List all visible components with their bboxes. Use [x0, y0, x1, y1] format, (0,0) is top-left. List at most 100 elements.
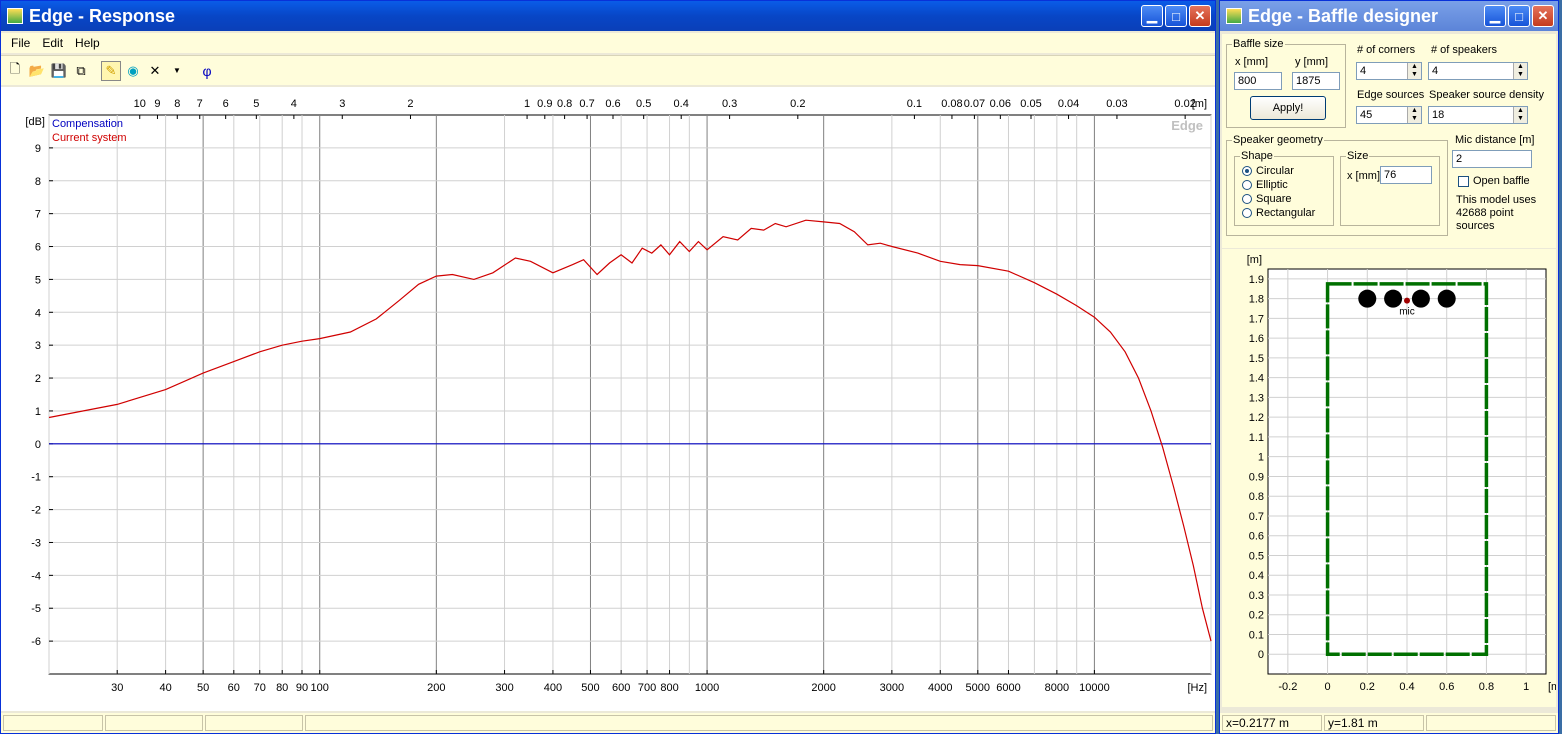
top-tick-label: 0.4 — [674, 98, 689, 110]
speakers-spinner[interactable]: 4 ▲ ▼ — [1428, 62, 1528, 80]
radio-dot[interactable] — [1242, 180, 1252, 190]
open-baffle-checkbox[interactable]: Open baffle — [1458, 175, 1530, 187]
top-tick-label: 0.07 — [964, 98, 985, 110]
y-tick-label: 1.3 — [1249, 392, 1264, 404]
x-tick-label: 0.2 — [1360, 681, 1375, 693]
y-tick-label: 0.8 — [1249, 491, 1264, 503]
x-tick-label: 400 — [544, 682, 562, 694]
top-tick-label: 3 — [339, 98, 345, 110]
delete-icon[interactable]: ✕ — [145, 61, 165, 81]
x-tick-label: 2000 — [811, 682, 835, 694]
top-tick-label: 1 — [524, 98, 530, 110]
radio-elliptic[interactable]: Elliptic — [1242, 179, 1288, 191]
y-tick-label: 7 — [35, 209, 41, 221]
response-statusbar — [1, 713, 1215, 733]
y-tick-label: 2 — [35, 373, 41, 385]
baffle-x-label: x [mm] — [1234, 56, 1269, 68]
baffle-titlebar[interactable]: Edge - Baffle designer ▁ □ ✕ — [1220, 1, 1558, 31]
top-tick-label: 0.05 — [1020, 98, 1041, 110]
x-tick-label: 700 — [638, 682, 656, 694]
menu-file[interactable]: File — [5, 33, 36, 53]
edge-sources-value: 45 — [1360, 109, 1373, 121]
response-plot-area[interactable]: 9 8 7 6 5 4 3 2 1 0 -1 -2 -3 -4 -5 -6 30 40 50 60 70 80 90 100 2… — [1, 87, 1215, 711]
corners-value: 4 — [1360, 65, 1367, 77]
x-tick-label: 0.4 — [1399, 681, 1414, 693]
radio-circular[interactable]: Circular — [1242, 165, 1294, 177]
x-tick-label: 0 — [1325, 681, 1331, 693]
y-tick-label: 0.7 — [1249, 511, 1264, 523]
response-titlebar[interactable]: Edge - Response ▁ □ ✕ — [1, 1, 1215, 31]
baffle-chart[interactable]: 0 0.1 0.2 0.3 0.4 0.5 0.6 0.7 0.8 0.9 1 1.1 1.2 1.3 1.… — [1222, 249, 1562, 707]
copy-icon[interactable]: ⧉ — [71, 61, 91, 81]
baffle-y-input[interactable]: 1875 — [1292, 72, 1340, 90]
close-button[interactable]: ✕ — [1189, 5, 1211, 27]
close-button[interactable]: ✕ — [1532, 5, 1554, 27]
spinner-arrows-icon[interactable]: ▲ ▼ — [1407, 63, 1421, 79]
top-tick-label: 4 — [291, 98, 297, 110]
model-info: This model uses 42688 point sources — [1456, 194, 1536, 233]
y-tick-label: 1.5 — [1249, 353, 1264, 365]
radio-label: Rectangular — [1256, 207, 1316, 219]
speaker-marker — [1358, 289, 1377, 308]
top-tick-label: 0.8 — [557, 98, 572, 110]
top-tick-label: 0.1 — [907, 98, 922, 110]
baffle-x-input[interactable]: 800 — [1234, 72, 1282, 90]
y-tick-label: 0.6 — [1249, 531, 1264, 543]
radio-dot[interactable] — [1242, 194, 1252, 204]
mic-distance-label: Mic distance [m] — [1454, 134, 1536, 146]
pencil-icon[interactable]: ✎ — [101, 60, 121, 81]
baffle-plot-area[interactable]: 0 0.1 0.2 0.3 0.4 0.5 0.6 0.7 0.8 0.9 1 1.1 1.2 1.3 1.… — [1222, 249, 1562, 707]
model-info-line: sources — [1456, 220, 1495, 232]
radio-rectangular[interactable]: Rectangular — [1242, 207, 1315, 219]
x-tick-label: 10000 — [1079, 682, 1110, 694]
top-tick-label: 0.06 — [990, 98, 1011, 110]
mic-distance-input[interactable]: 2 — [1452, 150, 1532, 168]
maximize-button[interactable]: □ — [1165, 5, 1187, 27]
x-tick-label: 30 — [111, 682, 123, 694]
legend-entry: Current system — [52, 132, 127, 144]
speaker-marker — [1384, 289, 1403, 308]
checkbox-box[interactable] — [1458, 175, 1469, 187]
density-spinner[interactable]: 18 ▲ ▼ — [1428, 106, 1528, 124]
x-tick-label: 8000 — [1045, 682, 1069, 694]
size-x-input[interactable]: 76 — [1380, 166, 1432, 184]
save-icon[interactable]: 💾 — [49, 61, 69, 81]
apply-button[interactable]: Apply! — [1250, 96, 1326, 120]
x-tick-label: 40 — [159, 682, 171, 694]
response-window: Edge - Response ▁ □ ✕ File Edit Help 🗋 📂… — [0, 0, 1216, 734]
open-folder-icon[interactable]: 📂 — [27, 61, 47, 81]
minimize-button[interactable]: ▁ — [1141, 5, 1163, 27]
menu-edit[interactable]: Edit — [36, 33, 69, 53]
minimize-button[interactable]: ▁ — [1484, 5, 1506, 27]
speaker-marker — [1437, 289, 1456, 308]
phase-button[interactable]: φ — [197, 61, 217, 81]
maximize-button[interactable]: □ — [1508, 5, 1530, 27]
top-tick-label: 0.04 — [1058, 98, 1079, 110]
y-tick-label: 6 — [35, 242, 41, 254]
radio-square[interactable]: Square — [1242, 193, 1291, 205]
dropdown-arrow-icon[interactable]: ▼ — [167, 61, 187, 81]
radio-label: Circular — [1256, 165, 1294, 177]
x-tick-label: 90 — [296, 682, 308, 694]
response-chart[interactable]: 9876543210-1-2-3-4-5-630 40 50 60 70 80 90 100 2… — [1, 87, 1215, 711]
x-tick-label: 200 — [427, 682, 445, 694]
y-tick-label: 9 — [35, 143, 41, 155]
x-tick-label: 80 — [276, 682, 288, 694]
toolbar: 🗋 📂 💾 ⧉ ✎ ◉ ✕ ▼ φ — [1, 55, 1215, 85]
menu-help[interactable]: Help — [69, 33, 106, 53]
radio-dot[interactable] — [1242, 166, 1252, 176]
corners-spinner[interactable]: 4 ▲ ▼ — [1356, 62, 1422, 80]
x-tick-label: 4000 — [928, 682, 952, 694]
spinner-arrows-icon[interactable]: ▲ ▼ — [1513, 63, 1527, 79]
x-tick-label: 300 — [495, 682, 513, 694]
speaker-icon[interactable]: ◉ — [123, 61, 143, 81]
edge-sources-spinner[interactable]: 45 ▲ ▼ — [1356, 106, 1422, 124]
y-tick-label: 1.4 — [1249, 373, 1264, 385]
mic-label: mic — [1399, 307, 1415, 318]
new-file-icon[interactable]: 🗋 — [5, 61, 25, 81]
x-unit-label: [m] — [1548, 681, 1556, 693]
spinner-arrows-icon[interactable]: ▲ ▼ — [1407, 107, 1421, 123]
spinner-arrows-icon[interactable]: ▲ ▼ — [1513, 107, 1527, 123]
top-tick-label: 0.5 — [636, 98, 651, 110]
radio-dot[interactable] — [1242, 208, 1252, 218]
